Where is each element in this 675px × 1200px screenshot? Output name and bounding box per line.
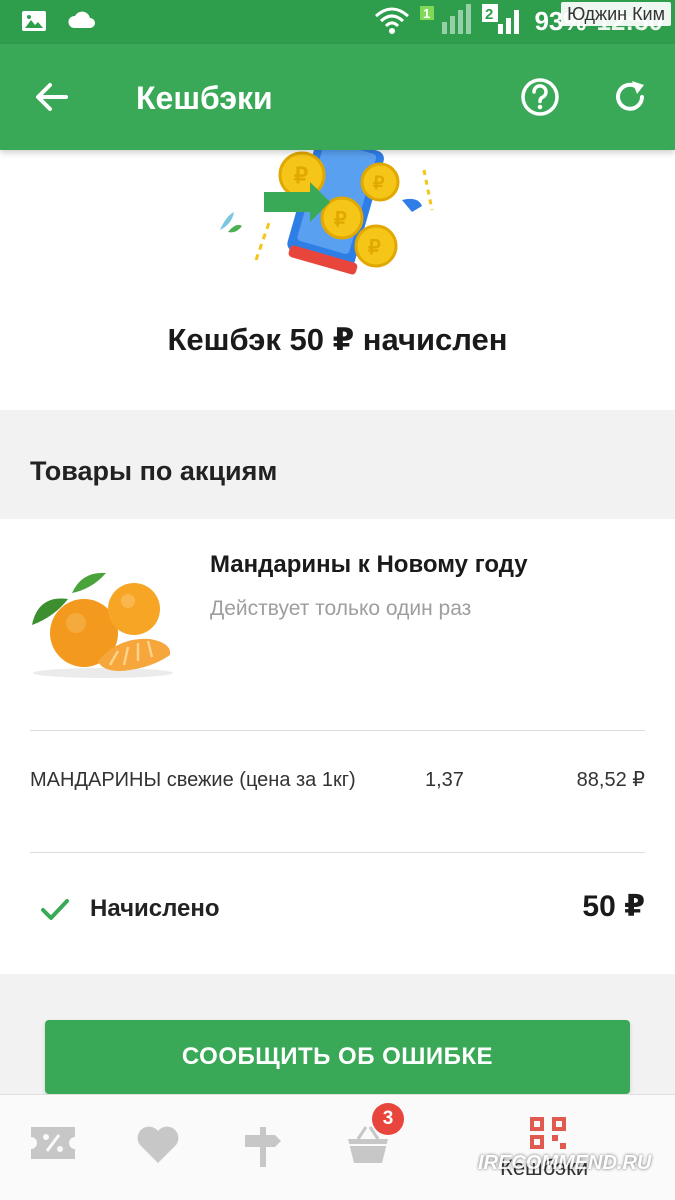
cashback-status-title: Кешбэк 50 ₽ начислен xyxy=(167,322,508,357)
nav-item-cart[interactable] xyxy=(315,1095,420,1200)
promo-card[interactable]: Мандарины к Новому году Действует только… xyxy=(0,519,675,974)
purchased-item-sum: 88,52 ₽ xyxy=(576,769,645,791)
svg-text:2: 2 xyxy=(485,6,493,23)
svg-text:₽: ₽ xyxy=(294,163,308,188)
check-icon xyxy=(41,899,69,920)
signpost-icon xyxy=(244,1127,281,1167)
accrued-amount: 50 ₽ xyxy=(582,890,645,923)
promo-note: Действует только один раз xyxy=(210,597,472,620)
refresh-icon[interactable] xyxy=(610,77,650,117)
back-arrow-icon[interactable] xyxy=(26,72,82,122)
help-icon[interactable] xyxy=(520,77,560,117)
watermark: IRECOMMEND.RU xyxy=(478,1152,652,1174)
purchased-item-name: МАНДАРИНЫ свежие (цена за 1кг) xyxy=(30,769,356,791)
nav-item-cashback[interactable] xyxy=(480,1095,615,1200)
divider xyxy=(30,730,645,731)
signal-sim2-icon: 2 xyxy=(482,4,520,34)
divider xyxy=(30,852,645,853)
discount-tag-icon xyxy=(30,1127,75,1159)
nav-item-favorites[interactable] xyxy=(105,1095,210,1200)
svg-text:₽: ₽ xyxy=(373,173,385,193)
promo-name: Мандарины к Новому году xyxy=(210,551,528,578)
nav-item-stores[interactable] xyxy=(210,1095,315,1200)
report-error-button[interactable]: СООБЩИТЬ ОБ ОШИБКЕ xyxy=(45,1020,630,1094)
qr-code-icon xyxy=(529,1117,566,1149)
phone-coins-illustration: ₽ ₽ ₽ ₽ xyxy=(220,150,434,275)
wifi-icon xyxy=(375,7,410,34)
svg-text:₽: ₽ xyxy=(334,209,347,231)
signal-sim1-icon: 1 xyxy=(420,4,472,34)
heart-icon xyxy=(137,1126,178,1163)
tangerines-image xyxy=(32,572,173,678)
section-title-promotions: Товары по акциям xyxy=(30,456,278,486)
cashback-hero-card: ₽ ₽ ₽ ₽ Кешбэк 50 ₽ начислен xyxy=(0,150,675,410)
nav-item-offers[interactable] xyxy=(0,1095,105,1200)
accrued-label: Начислено xyxy=(90,895,220,922)
svg-text:1: 1 xyxy=(423,6,430,21)
status-bar: 1 2 93% 12:50 Юджин Ким xyxy=(0,0,675,44)
purchased-item-qty: 1,37 xyxy=(425,769,464,791)
page-title: Кешбэки xyxy=(136,80,273,116)
user-name-overlay: Юджин Ким xyxy=(561,2,671,26)
svg-text:₽: ₽ xyxy=(368,237,381,259)
app-bar: Кешбэки xyxy=(0,44,675,150)
gallery-icon xyxy=(22,11,46,31)
bottom-nav: 3 Кешбэки xyxy=(0,1094,675,1200)
cart-badge: 3 xyxy=(372,1103,404,1135)
cloud-icon xyxy=(68,11,95,28)
